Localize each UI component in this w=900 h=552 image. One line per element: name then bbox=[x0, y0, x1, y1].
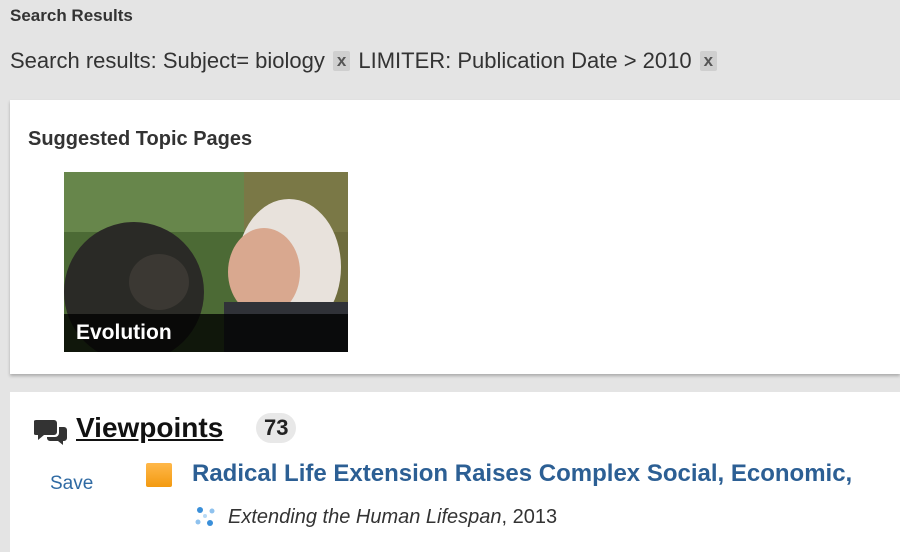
search-query-summary: Search results: Subject= biology x LIMIT… bbox=[10, 48, 725, 74]
limiter-text: LIMITER: Publication Date > 2010 bbox=[358, 48, 692, 73]
source-logo-icon bbox=[195, 507, 215, 526]
publication-year: , 2013 bbox=[501, 506, 558, 528]
chat-bubbles-icon bbox=[34, 420, 67, 445]
page-title: Search Results bbox=[10, 6, 133, 25]
results-panel: Viewpoints 73 Save Radical Life Extensio… bbox=[10, 392, 900, 552]
remove-limiter-button[interactable]: x bbox=[699, 51, 718, 71]
suggested-topics-panel: Suggested Topic Pages Evolution bbox=[10, 100, 900, 374]
topic-card-evolution[interactable]: Evolution bbox=[64, 172, 348, 352]
result-source-line: Extending the Human Lifespan, 2013 bbox=[228, 506, 557, 529]
subject-query-text: Search results: Subject= biology bbox=[10, 48, 325, 73]
publication-title: Extending the Human Lifespan bbox=[228, 506, 502, 528]
result-title-link[interactable]: Radical Life Extension Raises Complex So… bbox=[192, 460, 852, 488]
remove-subject-button[interactable]: x bbox=[332, 51, 351, 71]
save-button[interactable]: Save bbox=[50, 473, 93, 495]
document-type-icon bbox=[146, 463, 172, 487]
viewpoints-count-badge: 73 bbox=[256, 413, 297, 443]
viewpoints-section-link[interactable]: Viewpoints bbox=[76, 412, 223, 444]
topic-card-label: Evolution bbox=[76, 321, 172, 344]
suggested-topics-heading: Suggested Topic Pages bbox=[28, 128, 253, 150]
